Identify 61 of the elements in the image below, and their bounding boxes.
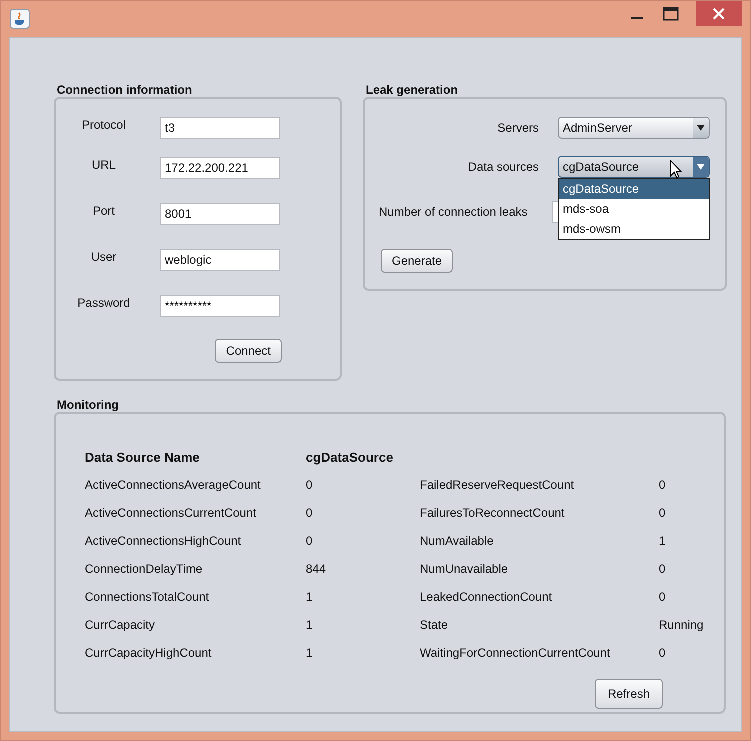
close-icon [713, 8, 725, 20]
metric-name: LeakedConnectionCount [420, 590, 554, 604]
refresh-button[interactable]: Refresh [594, 679, 663, 709]
text-field[interactable]: ********** [160, 295, 280, 317]
group-title: Leak generation [366, 84, 460, 97]
group-title: Connection information [57, 84, 194, 97]
data-sources-dropdown[interactable]: cgDataSource [558, 156, 710, 178]
connect-button[interactable]: Connect [215, 339, 282, 363]
metric-name: ConnectionDelayTime [85, 562, 204, 576]
metric-name: FailuresToReconnectCount [420, 506, 566, 520]
metric-name: ActiveConnectionsAverageCount [85, 478, 262, 492]
metric-value: 0 [306, 478, 314, 492]
metric-value: 1 [659, 534, 667, 548]
generate-button[interactable]: Generate [381, 249, 454, 273]
group-title: Monitoring [57, 399, 120, 412]
column-header: cgDataSource [306, 450, 394, 464]
text-field[interactable]: 172.22.200.221 [160, 157, 280, 179]
metric-value: 1 [306, 590, 314, 604]
metric-name: ConnectionsTotalCount [85, 590, 210, 604]
metric-value: 0 [659, 646, 667, 660]
field-label: Number of connection leaks [379, 205, 529, 219]
metric-name: ActiveConnectionsHighCount [85, 534, 242, 548]
dropdown-arrow-icon [697, 125, 705, 131]
metric-name: ActiveConnectionsCurrentCount [85, 506, 258, 520]
metric-value: 1 [306, 646, 314, 660]
field-label: Data sources [467, 160, 539, 174]
field-label: Servers [496, 121, 539, 135]
text-field[interactable]: weblogic [160, 249, 280, 271]
dropdown-option[interactable]: cgDataSource [559, 179, 709, 199]
metric-name: NumAvailable [420, 534, 495, 548]
text-field[interactable]: t3 [160, 117, 280, 139]
metric-value: 0 [306, 534, 314, 548]
text-field[interactable]: 8001 [160, 203, 280, 225]
metric-name: CurrCapacity [85, 618, 156, 632]
close-button[interactable] [696, 1, 742, 26]
metric-value: 0 [659, 478, 667, 492]
metric-name: State [420, 618, 450, 632]
field-label: Password [76, 296, 132, 310]
metric-name: NumUnavailable [420, 562, 510, 576]
maximize-icon[interactable] [663, 6, 679, 20]
field-label: Protocol [80, 118, 128, 132]
coffee-cup-icon[interactable] [10, 9, 30, 29]
column-header: Data Source Name [85, 450, 201, 464]
dropdown-arrow-icon [697, 164, 705, 170]
metric-value: Running [659, 618, 705, 632]
dropdown-option[interactable]: mds-owsm [559, 219, 709, 239]
dropdown-option[interactable]: mds-soa [559, 199, 709, 219]
minimize-icon[interactable] [630, 17, 644, 20]
metric-value: 0 [659, 590, 667, 604]
field-label: Port [92, 204, 116, 218]
field-label: URL [90, 158, 117, 172]
metric-value: 0 [306, 506, 314, 520]
metric-name: WaitingForConnectionCurrentCount [420, 646, 612, 660]
metric-name: FailedReserveRequestCount [420, 478, 576, 492]
field-label: User [90, 250, 118, 264]
metric-value: 844 [306, 562, 328, 576]
metric-value: 0 [659, 562, 667, 576]
servers-dropdown[interactable]: AdminServer [558, 117, 710, 139]
metric-name: CurrCapacityHighCount [85, 646, 213, 660]
metric-value: 1 [306, 618, 314, 632]
metric-value: 0 [659, 506, 667, 520]
